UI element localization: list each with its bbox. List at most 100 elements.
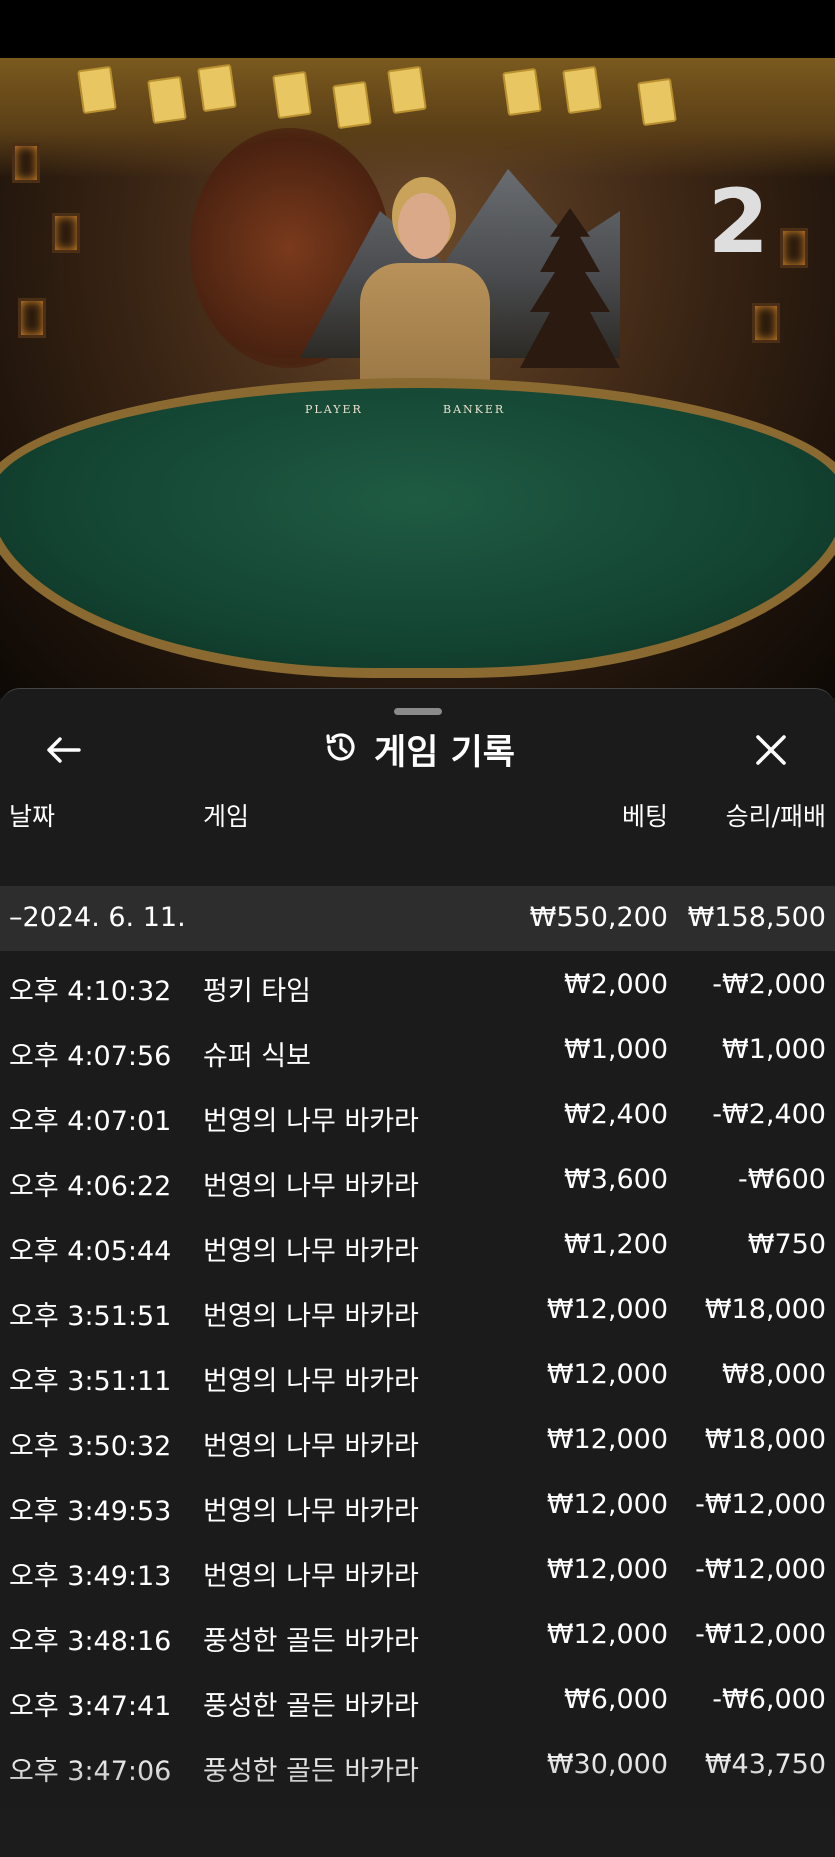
table-row[interactable]: 오후 4:07:56 슈퍼 식보 ₩1,000 ₩1,000 (0, 1018, 835, 1083)
row-game: 번영의 나무 바카라 (203, 1366, 419, 1397)
close-button[interactable] (746, 725, 796, 775)
drag-handle[interactable] (394, 708, 442, 715)
baccarat-table (0, 378, 835, 678)
hanging-card (387, 65, 427, 115)
row-result: ₩1,000 (722, 1034, 826, 1065)
summary-bet-total: ₩550,200 (529, 902, 668, 933)
table-row[interactable]: 오후 3:49:13 번영의 나무 바카라 ₩12,000 -₩12,000 (0, 1538, 835, 1603)
row-result: ₩18,000 (704, 1294, 826, 1325)
row-game: 번영의 나무 바카라 (203, 1171, 419, 1202)
row-bet: ₩2,000 (564, 969, 668, 1000)
table-row[interactable]: 오후 3:49:53 번영의 나무 바카라 ₩12,000 -₩12,000 (0, 1473, 835, 1538)
row-game: 슈퍼 식보 (203, 1041, 311, 1072)
row-time: 오후 4:05:44 (9, 1236, 172, 1267)
table-row[interactable]: 오후 3:51:51 번영의 나무 바카라 ₩12,000 ₩18,000 (0, 1278, 835, 1343)
lantern (12, 143, 40, 183)
lantern (52, 213, 80, 253)
row-time: 오후 3:51:51 (9, 1301, 172, 1332)
hanging-card (502, 67, 542, 117)
row-game: 풍성한 골든 바카라 (203, 1691, 419, 1722)
row-result: ₩43,750 (704, 1749, 826, 1780)
row-time: 오후 3:47:41 (9, 1691, 172, 1722)
row-bet: ₩12,000 (546, 1359, 668, 1390)
row-time: 오후 3:50:32 (9, 1431, 172, 1462)
table-row[interactable]: 오후 4:06:22 번영의 나무 바카라 ₩3,600 -₩600 (0, 1148, 835, 1213)
row-game: 번영의 나무 바카라 (203, 1496, 419, 1527)
hanging-card (77, 65, 117, 115)
row-game: 번영의 나무 바카라 (203, 1431, 419, 1462)
row-time: 오후 3:49:13 (9, 1561, 172, 1592)
row-result: ₩750 (747, 1229, 826, 1260)
row-result: -₩6,000 (712, 1684, 826, 1715)
row-result: -₩12,000 (695, 1554, 826, 1585)
column-bet: 베팅 (621, 802, 668, 831)
lantern (18, 298, 46, 338)
hanging-card (562, 65, 602, 115)
row-result: -₩2,400 (712, 1099, 826, 1130)
status-bar (0, 0, 835, 58)
lantern (780, 228, 808, 268)
row-bet: ₩30,000 (546, 1749, 668, 1780)
row-game: 펑키 타임 (203, 976, 311, 1007)
row-bet: ₩1,200 (564, 1229, 668, 1260)
table-row[interactable]: 오후 4:07:01 번영의 나무 바카라 ₩2,400 -₩2,400 (0, 1083, 835, 1148)
history-clock-icon (320, 727, 360, 771)
hanging-card (197, 63, 237, 113)
table-row[interactable]: 오후 3:47:41 풍성한 골든 바카라 ₩6,000 -₩6,000 (0, 1668, 835, 1733)
row-bet: ₩1,000 (564, 1034, 668, 1065)
hanging-card (332, 80, 372, 130)
row-time: 오후 3:51:11 (9, 1366, 172, 1397)
row-time: 오후 3:49:53 (9, 1496, 172, 1527)
row-time: 오후 4:07:56 (9, 1041, 172, 1072)
row-game: 번영의 나무 바카라 (203, 1561, 419, 1592)
live-video-stream: PLAYER BANKER 2 (0, 58, 835, 698)
banker-label: BANKER (443, 403, 506, 416)
row-bet: ₩12,000 (546, 1424, 668, 1455)
hanging-card (147, 75, 187, 125)
row-result: ₩18,000 (704, 1424, 826, 1455)
hanging-card (272, 70, 312, 120)
row-game: 번영의 나무 바카라 (203, 1236, 419, 1267)
row-game: 번영의 나무 바카라 (203, 1301, 419, 1332)
table-row[interactable]: 오후 3:48:16 풍성한 골든 바카라 ₩12,000 -₩12,000 (0, 1603, 835, 1668)
table-row[interactable]: 오후 4:10:32 펑키 타임 ₩2,000 -₩2,000 (0, 953, 835, 1018)
row-bet: ₩12,000 (546, 1489, 668, 1520)
column-date: 날짜 (9, 802, 56, 831)
game-history-panel: 게임 기록 날짜 게임 베팅 승리/패배 –2024. 6. 11. ₩550,… (0, 688, 835, 1857)
arrow-left-icon (47, 737, 81, 763)
lantern (752, 303, 780, 343)
panel-header: 게임 기록 (0, 719, 835, 779)
row-bet: ₩2,400 (564, 1099, 668, 1130)
close-icon (756, 735, 786, 765)
round-number: 2 (707, 170, 769, 273)
row-time: 오후 4:07:01 (9, 1106, 172, 1137)
row-bet: ₩6,000 (564, 1684, 668, 1715)
row-game: 번영의 나무 바카라 (203, 1106, 419, 1137)
row-result: -₩12,000 (695, 1619, 826, 1650)
row-time: 오후 4:06:22 (9, 1171, 172, 1202)
date-summary-row[interactable]: –2024. 6. 11. ₩550,200 ₩158,500 (0, 886, 835, 951)
column-game: 게임 (203, 802, 250, 831)
row-game: 풍성한 골든 바카라 (203, 1756, 419, 1787)
panel-title: 게임 기록 (374, 732, 515, 773)
row-time: 오후 3:48:16 (9, 1626, 172, 1657)
row-bet: ₩12,000 (546, 1294, 668, 1325)
summary-win-loss-total: ₩158,500 (687, 902, 826, 933)
row-bet: ₩12,000 (546, 1554, 668, 1585)
back-button[interactable] (38, 725, 88, 775)
table-row[interactable]: 오후 4:05:44 번영의 나무 바카라 ₩1,200 ₩750 (0, 1213, 835, 1278)
row-bet: ₩3,600 (564, 1164, 668, 1195)
column-win-loss: 승리/패배 (725, 802, 826, 831)
row-bet: ₩12,000 (546, 1619, 668, 1650)
row-time: 오후 4:10:32 (9, 976, 172, 1007)
hanging-card (637, 77, 677, 127)
row-result: ₩8,000 (722, 1359, 826, 1390)
table-row[interactable]: 오후 3:50:32 번영의 나무 바카라 ₩12,000 ₩18,000 (0, 1408, 835, 1473)
summary-date: –2024. 6. 11. (9, 902, 186, 933)
row-result: -₩12,000 (695, 1489, 826, 1520)
table-row[interactable]: 오후 3:47:06 풍성한 골든 바카라 ₩30,000 ₩43,750 (0, 1733, 835, 1798)
row-result: -₩600 (738, 1164, 826, 1195)
row-result: -₩2,000 (712, 969, 826, 1000)
table-row[interactable]: 오후 3:51:11 번영의 나무 바카라 ₩12,000 ₩8,000 (0, 1343, 835, 1408)
player-label: PLAYER (305, 403, 363, 416)
